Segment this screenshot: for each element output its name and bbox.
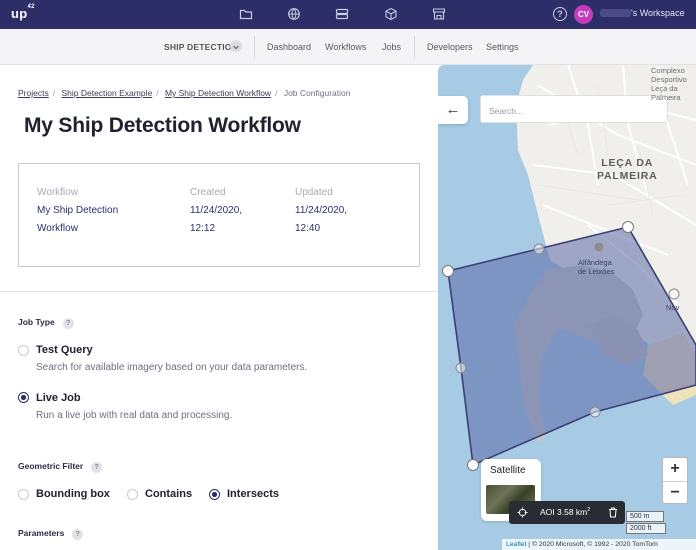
intersects-label[interactable]: Intersects	[227, 488, 279, 500]
leaflet-link[interactable]: Leaflet	[506, 541, 526, 548]
chevron-down-icon[interactable]	[230, 40, 242, 52]
breadcrumb-current: Job Configuration	[283, 88, 351, 98]
map-tiles	[442, 65, 696, 471]
job-type-label: Job Type	[18, 317, 55, 327]
workflow-label: Workflow	[37, 187, 78, 198]
avatar[interactable]: CV	[574, 5, 593, 24]
workflow-info-card: Workflow My Ship Detection Workflow Crea…	[18, 163, 420, 267]
workspace-selector[interactable]: 's Workspace	[600, 8, 685, 18]
redacted-name	[600, 9, 631, 17]
project-navigation-bar: SHIP DETECTIO Dashboard Workflows Jobs D…	[0, 29, 696, 65]
store-icon[interactable]	[432, 7, 446, 21]
place-label-nova: Nov	[666, 303, 680, 312]
updated-label: Updated	[295, 187, 333, 198]
map-attribution: Leaflet | © 2020 Microsoft, © 1992 - 202…	[502, 539, 696, 550]
radio-live-job[interactable]	[18, 392, 29, 403]
test-query-description: Search for available imagery based on yo…	[36, 362, 308, 373]
back-arrow-icon[interactable]: ←	[438, 96, 468, 124]
place-label-alfandega: Alfândega de Leixões	[578, 258, 615, 276]
globe-icon[interactable]	[287, 7, 301, 21]
radio-bounding-box[interactable]	[18, 489, 29, 500]
updated-value: 11/24/2020, 12:40	[295, 205, 348, 234]
geometric-filter-heading: Geometric Filter?	[18, 461, 103, 473]
scale-metric: 500 m	[626, 511, 664, 522]
workflow-value: My Ship Detection Workflow	[37, 205, 119, 234]
nav-settings[interactable]: Settings	[486, 42, 519, 52]
help-icon[interactable]: ?	[62, 318, 74, 329]
scale-imperial: 2000 ft	[626, 523, 666, 534]
updated-column: Updated 11/24/2020, 12:40	[295, 184, 347, 238]
bounding-box-label[interactable]: Bounding box	[36, 488, 110, 500]
folder-icon[interactable]	[239, 7, 253, 21]
aoi-area-text: AOI 3.58 km2	[540, 507, 591, 517]
geometric-filter-label: Geometric Filter	[18, 461, 84, 471]
live-job-title[interactable]: Live Job	[36, 392, 81, 404]
section-divider	[0, 291, 438, 292]
page-title: My Ship Detection Workflow	[24, 114, 301, 137]
live-job-description: Run a live job with real data and proces…	[36, 410, 233, 421]
zoom-in-button[interactable]: +	[663, 458, 687, 481]
test-query-title[interactable]: Test Query	[36, 344, 93, 356]
zoom-control: + −	[662, 457, 688, 504]
map-search-input[interactable]: Search...	[480, 95, 668, 123]
help-icon[interactable]: ?	[553, 7, 567, 21]
nav-jobs[interactable]: Jobs	[382, 42, 401, 52]
parameters-heading: Parameters?	[18, 528, 84, 540]
top-navigation-bar: up42 ? CV 's Workspace	[0, 0, 696, 29]
workspace-label: 's Workspace	[631, 8, 685, 18]
cube-icon[interactable]	[384, 7, 398, 21]
breadcrumb-workflow[interactable]: My Ship Detection Workflow	[165, 88, 271, 98]
place-label-complexo: Complexo Desportivo Leça da Palmeira	[651, 66, 687, 102]
place-label-leca-da-palmeira: LEÇA DA PALMEIRA	[597, 157, 658, 182]
contains-label[interactable]: Contains	[145, 488, 192, 500]
workflow-column: Workflow My Ship Detection Workflow	[37, 184, 118, 238]
job-type-heading: Job Type?	[18, 317, 74, 329]
satellite-label: Satellite	[490, 465, 526, 476]
divider	[414, 36, 415, 58]
crosshair-icon[interactable]	[517, 507, 528, 518]
breadcrumb-project[interactable]: Ship Detection Example	[61, 88, 152, 98]
project-selector[interactable]: SHIP DETECTIO	[164, 42, 232, 52]
created-value: 11/24/2020, 12:12	[190, 205, 243, 234]
radio-test-query[interactable]	[18, 345, 29, 356]
help-icon[interactable]: ?	[72, 529, 84, 540]
created-column: Created 11/24/2020, 12:12	[190, 184, 242, 238]
zoom-out-button[interactable]: −	[663, 482, 687, 505]
radio-intersects[interactable]	[209, 489, 220, 500]
aoi-area-badge: AOI 3.58 km2	[509, 501, 625, 524]
breadcrumb-projects[interactable]: Projects	[18, 88, 49, 98]
nav-developers[interactable]: Developers	[427, 42, 473, 52]
aoi-map[interactable]: ← Search... LEÇA DA PALMEIRA Complexo De…	[438, 65, 696, 550]
nav-workflows[interactable]: Workflows	[325, 42, 366, 52]
trash-icon[interactable]	[608, 507, 618, 518]
help-icon[interactable]: ?	[91, 462, 103, 473]
breadcrumb: Projects / Ship Detection Example / My Shi…	[18, 88, 351, 98]
radio-contains[interactable]	[127, 489, 138, 500]
divider	[254, 36, 255, 58]
nav-dashboard[interactable]: Dashboard	[267, 42, 311, 52]
created-label: Created	[190, 187, 226, 198]
parameters-label: Parameters	[18, 528, 65, 538]
storage-icon[interactable]	[335, 7, 349, 21]
up42-logo[interactable]: up42	[11, 4, 35, 21]
